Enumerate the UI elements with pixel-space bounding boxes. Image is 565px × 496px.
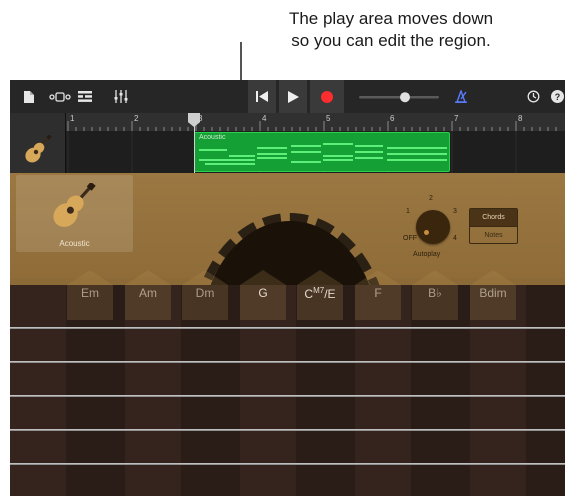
autoplay-2-label: 2 <box>429 195 433 202</box>
knob-indicator <box>424 230 429 235</box>
chord-label-bb: B♭ <box>428 286 442 300</box>
chords-mode-button[interactable]: Chords <box>470 209 517 226</box>
tracks-icon[interactable] <box>75 80 95 113</box>
midi-notes <box>199 143 447 165</box>
autoplay-label: Autoplay <box>413 251 441 258</box>
bar-number: 4 <box>262 114 267 123</box>
bar-number: 7 <box>454 114 459 123</box>
instrument-name: Acoustic <box>59 239 90 248</box>
chord-label-am: Am <box>139 286 157 300</box>
autoplay-3-label: 3 <box>453 208 457 215</box>
acoustic-region[interactable]: Acoustic <box>194 132 450 172</box>
autoplay-off-label: OFF <box>403 235 417 242</box>
chord-quality: M7 <box>313 286 325 295</box>
mode-switch: Chords Notes <box>469 208 518 244</box>
callout-line-2: so you can edit the region. <box>291 31 491 50</box>
record-button[interactable] <box>310 80 344 113</box>
chord-label-f: F <box>374 286 382 300</box>
document-icon[interactable] <box>20 80 38 113</box>
instrument-selector[interactable]: Acoustic <box>16 175 133 252</box>
guitar-string <box>10 395 565 397</box>
help-icon[interactable]: ? <box>548 80 565 113</box>
play-icon <box>287 90 299 103</box>
chord-bass: /E <box>324 287 336 301</box>
tracks-area: 1 2 3 4 5 6 7 8 Acoustic <box>10 113 565 173</box>
autoplay-1-label: 1 <box>406 208 410 215</box>
annotation-callout: The play area moves down so you can edit… <box>226 8 556 52</box>
metronome-icon[interactable] <box>450 80 472 113</box>
notes-mode-button[interactable]: Notes <box>470 226 517 243</box>
play-button[interactable] <box>279 80 307 113</box>
autoplay-4-label: 4 <box>453 235 457 242</box>
chord-label-bdim: Bdim <box>479 286 507 300</box>
guitar-string <box>10 361 565 363</box>
chord-label-em: Em <box>81 286 99 300</box>
record-icon <box>321 90 333 103</box>
control-bar: ? <box>10 80 565 113</box>
guitar-string <box>10 429 565 431</box>
volume-slider[interactable] <box>358 80 440 113</box>
play-area: Acoustic OFF 1 2 3 4 Autoplay Chords Not… <box>10 173 565 496</box>
svg-text:?: ? <box>554 92 560 102</box>
rewind-button[interactable] <box>248 80 276 113</box>
autoplay-knob[interactable] <box>416 210 450 244</box>
callout-line-1: The play area moves down <box>288 9 494 28</box>
bar-number: 8 <box>518 114 523 123</box>
acoustic-guitar-icon <box>25 135 52 163</box>
bar-number: 2 <box>134 114 139 123</box>
chord-label-dm: Dm <box>195 286 215 300</box>
settings-icon[interactable] <box>522 80 544 113</box>
guitar-string <box>10 327 565 329</box>
bar-number: 5 <box>326 114 331 123</box>
track-header[interactable] <box>10 113 66 173</box>
acoustic-guitar-icon <box>53 183 96 227</box>
guitar-string <box>10 463 565 465</box>
rewind-icon <box>256 91 268 102</box>
chord-label-g: G <box>258 286 268 300</box>
mixer-icon[interactable] <box>110 80 132 113</box>
chord-label-cm7e: CM7/E <box>292 286 348 301</box>
view-toggle-icon[interactable] <box>48 80 72 113</box>
timeline-ruler[interactable]: 1 2 3 4 5 6 7 8 <box>66 113 565 131</box>
chord-root: C <box>304 287 314 301</box>
bar-number: 1 <box>70 114 75 123</box>
ruler-ticks <box>67 121 557 131</box>
bar-number: 6 <box>390 114 395 123</box>
